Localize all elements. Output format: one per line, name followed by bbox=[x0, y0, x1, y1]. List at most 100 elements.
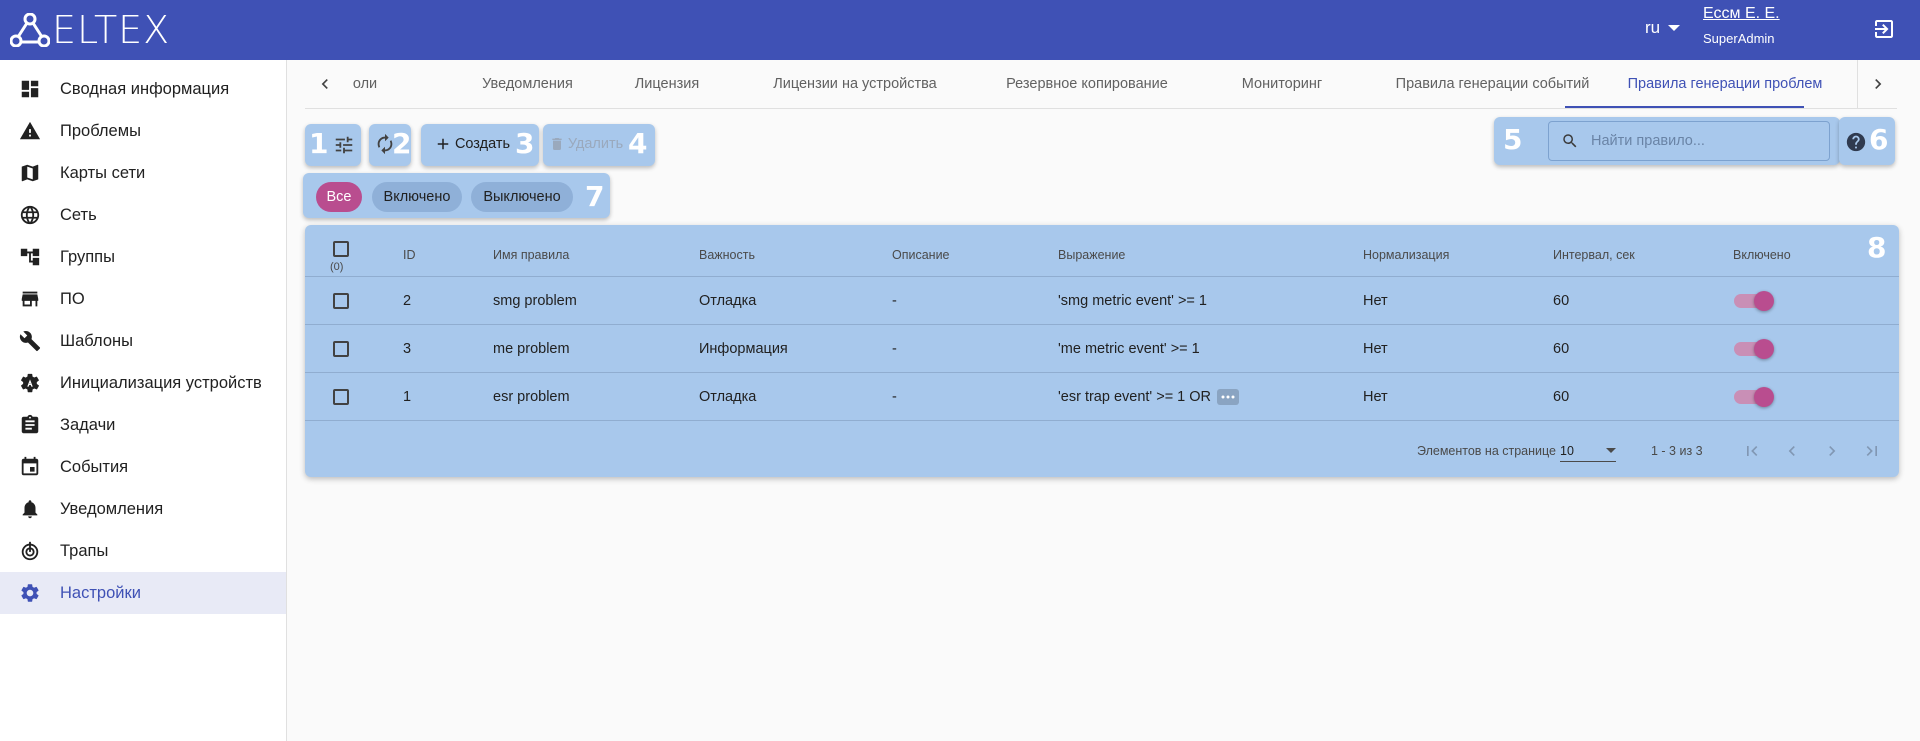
sidebar-item-notifications[interactable]: Уведомления bbox=[0, 488, 286, 530]
table-row[interactable]: 2 smg problem Отладка - 'smg metric even… bbox=[305, 276, 1899, 324]
cell-interval: 60 bbox=[1553, 389, 1570, 405]
tabs-scroll-right-button[interactable] bbox=[1857, 60, 1897, 108]
enabled-toggle[interactable] bbox=[1734, 387, 1774, 407]
delete-button[interactable]: Удалить bbox=[546, 130, 626, 158]
sidebar-item-groups[interactable]: Группы bbox=[0, 236, 286, 278]
callout-number-6: 6 bbox=[1869, 123, 1889, 156]
chevron-right-icon bbox=[1829, 446, 1836, 456]
dashboard-icon bbox=[18, 77, 42, 101]
column-header-enabled[interactable]: Включено bbox=[1733, 248, 1791, 262]
chevron-left-icon bbox=[321, 79, 328, 89]
trash-icon bbox=[552, 138, 562, 150]
toggle-knob bbox=[1754, 291, 1774, 311]
tab-roles[interactable]: оли bbox=[345, 60, 405, 108]
column-header-severity[interactable]: Важность bbox=[699, 248, 755, 262]
sidebar-item-network[interactable]: Сеть bbox=[0, 194, 286, 236]
sidebar-item-label: Карты сети bbox=[60, 163, 146, 182]
logo-mark-icon bbox=[10, 13, 50, 47]
cell-expression: 'esr trap event' >= 1 OR bbox=[1058, 389, 1212, 405]
cell-id: 2 bbox=[403, 293, 412, 309]
logout-icon[interactable] bbox=[1872, 17, 1896, 41]
user-role: SuperAdmin bbox=[1703, 31, 1775, 46]
expand-expression-button[interactable] bbox=[1217, 389, 1240, 405]
filter-chip-enabled[interactable]: Включено bbox=[372, 182, 462, 212]
enabled-toggle[interactable] bbox=[1734, 339, 1774, 359]
previous-page-button[interactable] bbox=[1780, 439, 1804, 463]
tab-license[interactable]: Лицензия bbox=[607, 60, 727, 108]
tab-backup[interactable]: Резервное копирование bbox=[982, 60, 1192, 108]
sidebar-item-label: Задачи bbox=[60, 415, 116, 434]
last-page-button[interactable] bbox=[1860, 439, 1884, 463]
column-header-interval[interactable]: Интервал, сек bbox=[1553, 248, 1635, 262]
eltex-logo[interactable]: ELTEX bbox=[10, 8, 171, 52]
selected-count: (0) bbox=[330, 261, 344, 273]
callout-number-2: 2 bbox=[392, 127, 412, 160]
column-header-expression[interactable]: Выражение bbox=[1058, 248, 1125, 262]
select-all-checkbox[interactable] bbox=[333, 241, 349, 257]
tab-device-licenses[interactable]: Лицензии на устройства bbox=[745, 60, 965, 108]
language-selector[interactable]: ru bbox=[1645, 18, 1681, 38]
row-checkbox[interactable] bbox=[333, 341, 349, 357]
cell-description: - bbox=[892, 389, 897, 405]
sidebar-item-templates[interactable]: Шаблоны bbox=[0, 320, 286, 362]
filter-chip-disabled[interactable]: Выключено bbox=[471, 182, 573, 212]
clipboard-icon bbox=[18, 413, 42, 437]
toggle-knob bbox=[1754, 339, 1774, 359]
filter-chip-all[interactable]: Все bbox=[316, 182, 362, 212]
delete-button-label: Удалить bbox=[567, 136, 624, 152]
row-checkbox[interactable] bbox=[333, 389, 349, 405]
sidebar-item-software[interactable]: ПО bbox=[0, 278, 286, 320]
sidebar-item-settings[interactable]: Настройки bbox=[0, 572, 286, 614]
sidebar-item-problems[interactable]: Проблемы bbox=[0, 110, 286, 152]
tab-problem-rules[interactable]: Правила генерации проблем bbox=[1605, 60, 1845, 108]
create-button[interactable]: Создать bbox=[432, 130, 512, 158]
next-page-button[interactable] bbox=[1820, 439, 1844, 463]
callout-number-5: 5 bbox=[1503, 123, 1523, 156]
toggle-knob bbox=[1754, 387, 1774, 407]
table-row[interactable]: 3 me problem Информация - 'me metric eve… bbox=[305, 324, 1899, 372]
tune-icon bbox=[335, 136, 353, 154]
column-header-name[interactable]: Имя правила bbox=[493, 248, 569, 262]
sidebar-item-tasks[interactable]: Задачи bbox=[0, 404, 286, 446]
chevron-down-icon bbox=[1668, 25, 1681, 31]
search-input[interactable] bbox=[1591, 133, 1821, 149]
tab-event-rules[interactable]: Правила генерации событий bbox=[1370, 60, 1615, 108]
tab-monitoring[interactable]: Мониторинг bbox=[1207, 60, 1357, 108]
sidebar-item-label: Проблемы bbox=[60, 121, 141, 140]
search-field[interactable] bbox=[1548, 121, 1830, 161]
chevron-down-icon bbox=[1606, 448, 1616, 453]
logo-text: ELTEX bbox=[52, 8, 171, 52]
create-button-label: Создать bbox=[454, 136, 511, 152]
cell-interval: 60 bbox=[1553, 341, 1570, 357]
cell-severity: Информация bbox=[699, 341, 788, 357]
tab-notifications[interactable]: Уведомления bbox=[455, 60, 600, 108]
trap-icon bbox=[18, 539, 42, 563]
tabs-scroll-left-button[interactable] bbox=[305, 60, 345, 108]
sidebar-item-maps[interactable]: Карты сети bbox=[0, 152, 286, 194]
sidebar-item-summary[interactable]: Сводная информация bbox=[0, 68, 286, 110]
table-divider bbox=[305, 420, 1899, 421]
table-row[interactable]: 1 esr problem Отладка - 'esr trap event'… bbox=[305, 372, 1899, 420]
more-horiz-icon bbox=[1221, 395, 1235, 399]
first-page-button[interactable] bbox=[1740, 439, 1764, 463]
cell-severity: Отладка bbox=[699, 389, 757, 405]
settings-tabs: оли Уведомления Лицензия Лицензии на уст… bbox=[305, 60, 1897, 109]
sidebar-item-events[interactable]: События bbox=[0, 446, 286, 488]
cell-name: smg problem bbox=[493, 293, 577, 309]
sidebar-item-traps[interactable]: Трапы bbox=[0, 530, 286, 572]
sidebar-item-device-init[interactable]: Инициализация устройств bbox=[0, 362, 286, 404]
wrench-icon bbox=[18, 329, 42, 353]
column-header-id[interactable]: ID bbox=[403, 248, 416, 262]
column-header-normalization[interactable]: Нормализация bbox=[1363, 248, 1449, 262]
column-header-description[interactable]: Описание bbox=[892, 248, 950, 262]
first-page-icon bbox=[1747, 446, 1758, 456]
user-name[interactable]: Ессм Е. Е. bbox=[1703, 5, 1780, 23]
row-checkbox[interactable] bbox=[333, 293, 349, 309]
user-info[interactable]: Ессм Е. Е. SuperAdmin bbox=[1703, 5, 1780, 46]
columns-settings-button[interactable] bbox=[330, 132, 358, 158]
map-icon bbox=[18, 161, 42, 185]
enabled-toggle[interactable] bbox=[1734, 291, 1774, 311]
store-icon bbox=[18, 287, 42, 311]
per-page-select[interactable]: 10 bbox=[1560, 440, 1616, 462]
help-button[interactable] bbox=[1843, 130, 1869, 154]
